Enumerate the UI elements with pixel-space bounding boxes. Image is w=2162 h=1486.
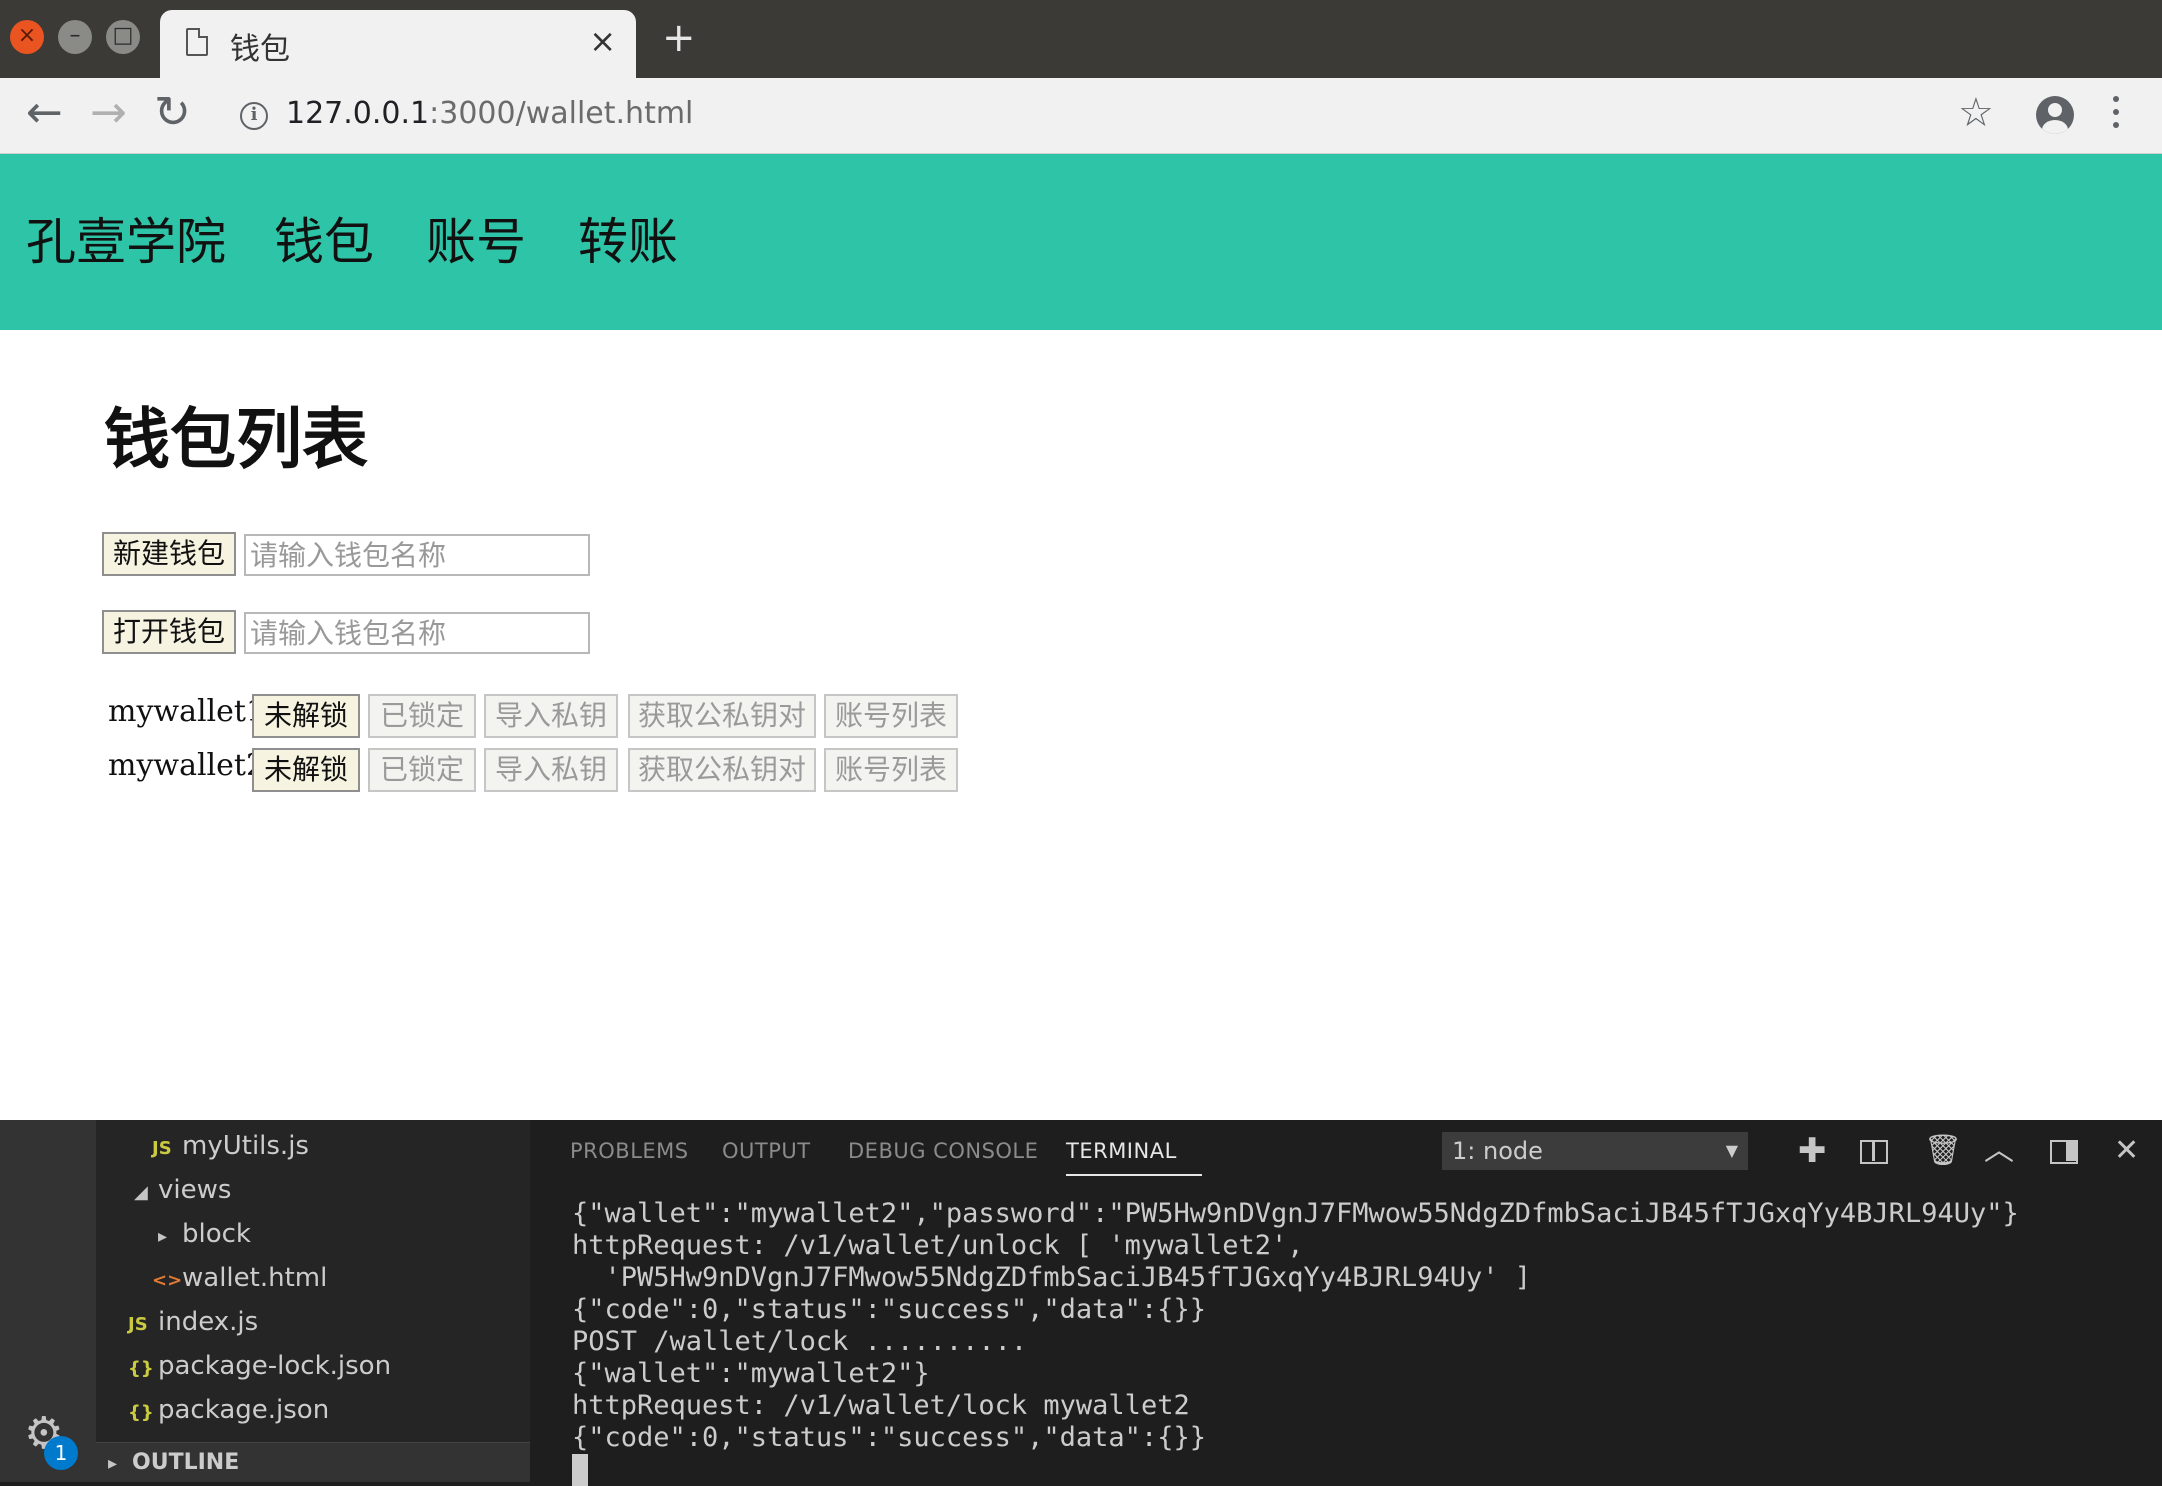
js-file-icon: JS bbox=[152, 1138, 172, 1159]
outline-section[interactable]: ▸ OUTLINE bbox=[96, 1442, 530, 1482]
terminal-line: 'PW5Hw9nDVgnJ7FMwow55NdgZDfmbSaciJB45fTJ… bbox=[572, 1262, 1532, 1293]
open-wallet-button[interactable]: 打开钱包 bbox=[102, 610, 236, 654]
terminal-cursor bbox=[572, 1454, 588, 1486]
back-arrow-icon[interactable]: ← bbox=[26, 88, 63, 138]
collapsed-caret-icon: ▸ bbox=[158, 1226, 168, 1247]
window-maximize-icon[interactable]: □ bbox=[106, 20, 140, 54]
wallet-get-keypair-button[interactable]: 获取公私钥对 bbox=[628, 694, 816, 738]
wallet-lock-button[interactable]: 已锁定 bbox=[368, 748, 476, 792]
account-icon[interactable] bbox=[2036, 96, 2074, 134]
split-terminal-icon[interactable] bbox=[1860, 1140, 1888, 1164]
tab-problems[interactable]: PROBLEMS bbox=[570, 1136, 689, 1166]
wallet-unlock-button[interactable]: 未解锁 bbox=[252, 694, 360, 738]
reload-icon[interactable]: ↻ bbox=[154, 88, 191, 138]
site-info-icon[interactable]: i bbox=[240, 102, 268, 130]
folder-item[interactable]: ▸ block bbox=[158, 1216, 251, 1255]
file-label: index.js bbox=[158, 1307, 259, 1337]
notification-badge: 1 bbox=[44, 1436, 78, 1470]
window-close-icon[interactable]: × bbox=[10, 20, 44, 54]
browser-titlebar: × – □ 钱包 × + bbox=[0, 0, 2162, 78]
file-item[interactable]: {} package.json bbox=[128, 1392, 329, 1431]
chevron-up-icon[interactable]: ︿ bbox=[1984, 1132, 2014, 1170]
bookmark-star-icon[interactable]: ☆ bbox=[1958, 90, 1994, 136]
wallet-unlock-button[interactable]: 未解锁 bbox=[252, 748, 360, 792]
tab-terminal[interactable]: TERMINAL bbox=[1066, 1136, 1177, 1166]
terminal-select-value: 1: node bbox=[1452, 1137, 1543, 1165]
nav-item-transfer[interactable]: 转账 bbox=[578, 212, 678, 272]
tab-close-icon[interactable]: × bbox=[589, 22, 616, 60]
window-minimize-icon[interactable]: – bbox=[58, 20, 92, 54]
folder-label: views bbox=[158, 1175, 232, 1205]
file-label: package.json bbox=[158, 1395, 330, 1425]
url-host: 127.0.0.1 bbox=[286, 96, 430, 131]
nav-item-wallet[interactable]: 钱包 bbox=[274, 212, 374, 272]
terminal-panel: PROBLEMS OUTPUT DEBUG CONSOLE TERMINAL 1… bbox=[530, 1120, 2162, 1486]
terminal-line: {"code":0,"status":"success","data":{}} bbox=[572, 1294, 1206, 1325]
terminal-line: {"wallet":"mywallet2","password":"PW5Hw9… bbox=[572, 1198, 2019, 1229]
web-page: 孔壹学院 钱包 账号 转账 钱包列表 新建钱包 打开钱包 mywallet1 未… bbox=[0, 154, 2162, 1120]
wallet-name: mywallet2 bbox=[108, 748, 266, 783]
browser-toolbar: ← → ↻ i 127.0.0.1:3000/wallet.html ☆ bbox=[0, 78, 2162, 154]
terminal-select[interactable]: 1: node ▼ bbox=[1442, 1132, 1748, 1170]
js-file-icon: JS bbox=[128, 1314, 148, 1335]
file-item[interactable]: JS myUtils.js bbox=[152, 1128, 309, 1167]
trash-icon[interactable]: 🗑 bbox=[1924, 1132, 1962, 1170]
site-navbar: 孔壹学院 钱包 账号 转账 bbox=[0, 154, 2162, 330]
wallet-name: mywallet1 bbox=[108, 694, 266, 729]
outline-label: OUTLINE bbox=[132, 1450, 240, 1475]
terminal-line: {"code":0,"status":"success","data":{}} bbox=[572, 1422, 1206, 1453]
open-wallet-name-input[interactable] bbox=[244, 612, 590, 654]
wallet-lock-button[interactable]: 已锁定 bbox=[368, 694, 476, 738]
tab-output[interactable]: OUTPUT bbox=[722, 1136, 811, 1166]
more-menu-icon[interactable] bbox=[2112, 96, 2120, 136]
vscode-window: ⚙ 1 JS myUtils.js ◢ views ▸ block <>wallet.… bbox=[0, 1120, 2162, 1486]
terminal-output[interactable]: {"wallet":"mywallet2","password":"PW5Hw9… bbox=[572, 1198, 2019, 1486]
close-icon[interactable]: ✕ bbox=[2114, 1132, 2139, 1170]
add-terminal-icon[interactable]: ✚ bbox=[1798, 1132, 1827, 1170]
new-wallet-name-input[interactable] bbox=[244, 534, 590, 576]
json-file-icon: {} bbox=[128, 1402, 154, 1423]
chevron-down-icon: ▼ bbox=[1725, 1141, 1738, 1160]
activity-bar: ⚙ 1 bbox=[0, 1120, 96, 1482]
file-label: myUtils.js bbox=[182, 1131, 309, 1161]
wallet-get-keypair-button[interactable]: 获取公私钥对 bbox=[628, 748, 816, 792]
active-tab-indicator bbox=[1066, 1174, 1202, 1176]
json-file-icon: {} bbox=[128, 1358, 154, 1379]
file-item[interactable]: JS index.js bbox=[128, 1304, 258, 1343]
page-title: 钱包列表 bbox=[104, 401, 368, 478]
file-item[interactable]: {} package-lock.json bbox=[128, 1348, 391, 1387]
folder-item[interactable]: ◢ views bbox=[134, 1172, 231, 1211]
tab-title: 钱包 bbox=[230, 32, 290, 67]
collapsed-caret-icon: ▸ bbox=[108, 1453, 118, 1474]
new-wallet-button[interactable]: 新建钱包 bbox=[102, 532, 236, 576]
wallet-import-key-button[interactable]: 导入私钥 bbox=[484, 748, 618, 792]
wallet-account-list-button[interactable]: 账号列表 bbox=[824, 694, 958, 738]
wallet-import-key-button[interactable]: 导入私钥 bbox=[484, 694, 618, 738]
url-path: :3000/wallet.html bbox=[429, 96, 694, 131]
terminal-line: POST /wallet/lock .......... bbox=[572, 1326, 1028, 1357]
nav-brand[interactable]: 孔壹学院 bbox=[26, 212, 226, 272]
html-file-icon: <> bbox=[152, 1270, 183, 1291]
browser-tab[interactable]: 钱包 × bbox=[160, 10, 636, 78]
file-label: package-lock.json bbox=[158, 1351, 392, 1381]
terminal-line: {"wallet":"mywallet2"} bbox=[572, 1358, 930, 1389]
file-item[interactable]: <>wallet.html bbox=[152, 1260, 327, 1299]
maximize-panel-icon[interactable] bbox=[2050, 1140, 2078, 1164]
forward-arrow-icon[interactable]: → bbox=[90, 88, 127, 138]
explorer-sidebar: JS myUtils.js ◢ views ▸ block <>wallet.html… bbox=[96, 1120, 530, 1482]
nav-item-account[interactable]: 账号 bbox=[426, 212, 526, 272]
terminal-line: httpRequest: /v1/wallet/unlock [ 'mywall… bbox=[572, 1230, 1304, 1261]
expanded-caret-icon: ◢ bbox=[134, 1182, 148, 1203]
terminal-line: httpRequest: /v1/wallet/lock mywallet2 bbox=[572, 1390, 1190, 1421]
folder-label: block bbox=[182, 1219, 251, 1249]
address-bar[interactable]: 127.0.0.1:3000/wallet.html bbox=[286, 96, 693, 131]
wallet-account-list-button[interactable]: 账号列表 bbox=[824, 748, 958, 792]
file-label: wallet.html bbox=[182, 1263, 328, 1293]
tab-debug-console[interactable]: DEBUG CONSOLE bbox=[848, 1136, 1038, 1166]
new-tab-icon[interactable]: + bbox=[662, 18, 696, 58]
page-icon bbox=[186, 28, 208, 56]
